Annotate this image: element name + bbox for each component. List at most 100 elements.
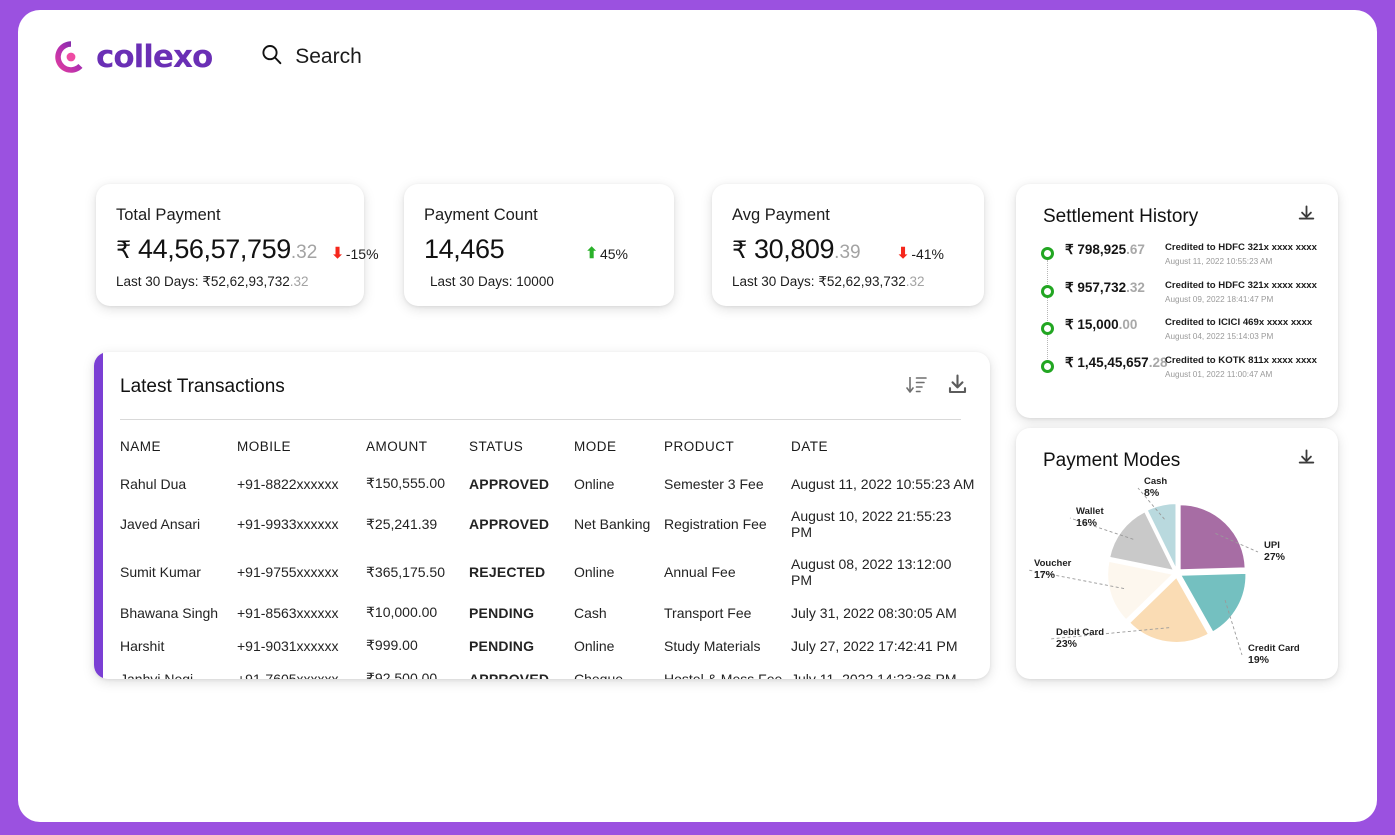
stat-delta: ⬆ 45%	[585, 246, 628, 262]
transactions-header: Latest Transactions	[120, 374, 968, 400]
cell-mobile: +91-9031xxxxxx	[237, 637, 339, 654]
stat-value: 14,465	[424, 234, 505, 265]
transactions-table: NAME MOBILE AMOUNT STATUS MODE PRODUCT D…	[120, 430, 975, 679]
pie-label-category: Voucher	[1034, 558, 1072, 569]
currency-symbol: ₹	[1065, 317, 1074, 332]
cell-mobile: +91-8822xxxxxx	[237, 475, 339, 492]
timeline-marker-icon	[1041, 284, 1054, 298]
column-header-mode[interactable]: MODE	[574, 430, 664, 467]
pie-label-value: 23%	[1056, 638, 1078, 650]
cell-product: Hostel & Mess Fee	[664, 670, 783, 680]
cell-date: July 11, 2022 14:23:36 PM	[791, 670, 957, 680]
settlement-description: Credited to KOTK 811x xxxx xxxx	[1165, 354, 1317, 366]
stat-delta: ⬇ -15%	[331, 246, 378, 262]
stat-value-integer: 30,809	[753, 234, 835, 264]
column-header-name[interactable]: NAME	[120, 430, 237, 467]
pie-label-category: Wallet	[1076, 506, 1104, 517]
stat-value: ₹ 44,56,57,759.32	[116, 234, 317, 265]
timeline-marker-icon	[1041, 322, 1054, 335]
currency-symbol: ₹	[1065, 242, 1074, 257]
cell-status: APPROVED	[469, 670, 550, 680]
collexo-circle-logo-icon	[52, 38, 90, 76]
stat-subtitle: Last 30 Days: 10000	[430, 274, 652, 289]
column-header-mobile[interactable]: MOBILE	[237, 430, 366, 467]
stat-value: ₹ 30,809.39	[732, 234, 861, 265]
settlement-header: Settlement History	[1043, 205, 1316, 229]
cell-name: Rahul Dua	[120, 475, 187, 492]
cell-name: Javed Ansari	[120, 516, 201, 532]
cell-date: August 11, 2022 10:55:23 AM	[791, 475, 975, 492]
pie-label-value: 19%	[1248, 654, 1270, 666]
pie-label-value: 8%	[1144, 487, 1160, 499]
settlement-amount-integer: 798,925	[1077, 242, 1127, 257]
timeline-marker-icon	[1041, 247, 1054, 260]
stat-subtitle-value: 52,62,93,732	[826, 274, 906, 289]
settlement-date: August 01, 2022 11:00:47 AM	[1165, 369, 1273, 379]
payment-modes-card: Payment Modes UPI 27% Credit Card 19% Debit …	[1016, 428, 1338, 679]
stat-title: Total Payment	[116, 206, 221, 224]
stat-title: Payment Count	[424, 206, 538, 224]
cell-mode: Cheque	[574, 670, 624, 680]
cell-status: REJECTED	[469, 564, 546, 580]
table-row[interactable]: Rahul Dua +91-8822xxxxxx ₹150,555.00 APPROV…	[120, 467, 975, 500]
settlement-entry[interactable]: ₹ 1,45,45,657.28 Credited to KOTK 811x xx…	[1041, 355, 1322, 393]
pie-label-category: Credit Card	[1248, 643, 1300, 654]
cell-amount: ₹150,555.00	[366, 475, 445, 491]
column-header-date[interactable]: DATE	[791, 430, 975, 467]
settlement-description: Credited to ICICI 469x xxxx xxxx	[1165, 317, 1313, 328]
table-row[interactable]: Janhvi Negi +91-7605xxxxxx ₹92,500.00 APPRO…	[120, 662, 975, 679]
settlement-amount-decimal: .32	[1126, 279, 1145, 295]
currency-symbol: ₹	[1065, 279, 1074, 295]
latest-transactions-card: Latest Transactions NAME MOBILE AMOUNT S…	[94, 352, 990, 679]
settlement-amount-decimal: .67	[1126, 242, 1145, 257]
stat-card-avg-payment: Avg Payment ₹ 30,809.39 ⬇ -41% Last 30 D…	[712, 184, 984, 306]
settlement-amount: ₹ 798,925.67	[1065, 242, 1165, 258]
cell-mode: Online	[574, 637, 615, 654]
settlement-info: Credited to HDFC 321x xxxx xxxx August 09…	[1165, 280, 1322, 304]
stat-delta-value: 45%	[599, 245, 628, 262]
stat-value-decimal: .39	[834, 242, 861, 263]
sort-descending-icon[interactable]	[906, 375, 927, 400]
settlement-entry[interactable]: ₹ 15,000.00 Credited to ICICI 469x xxxx x…	[1041, 317, 1322, 373]
column-header-status[interactable]: STATUS	[469, 430, 574, 467]
download-icon[interactable]	[1297, 205, 1316, 229]
brand-logo[interactable]: collexo	[52, 38, 213, 76]
app-window: collexo Search Total Payment ₹ 44,56,57,…	[18, 10, 1377, 822]
arrow-down-icon: ⬇	[896, 245, 910, 262]
stat-subtitle-decimal: .32	[289, 274, 309, 289]
stat-card-total-payment: Total Payment ₹ 44,56,57,759.32 ⬇ -15% L…	[96, 184, 379, 306]
currency-symbol: ₹	[732, 237, 747, 264]
table-row[interactable]: Harshit +91-9031xxxxxx ₹999.00 PENDING Onlin…	[120, 629, 975, 662]
table-header-row: NAME MOBILE AMOUNT STATUS MODE PRODUCT D…	[120, 430, 975, 467]
settlement-entry[interactable]: ₹ 957,732.32 Credited to HDFC 321x xxxx x…	[1041, 280, 1322, 335]
stat-subtitle-currency: ₹	[202, 274, 211, 289]
stat-title: Avg Payment	[732, 206, 830, 224]
pie-label-category: Debit Card	[1056, 627, 1104, 638]
cell-product: Transport Fee	[664, 604, 752, 621]
search-input[interactable]: Search	[260, 43, 362, 71]
settlement-entry[interactable]: ₹ 798,925.67 Credited to HDFC 321x xxxx x…	[1041, 242, 1322, 298]
settlement-amount: ₹ 15,000.00	[1065, 317, 1165, 333]
column-header-amount[interactable]: AMOUNT	[366, 430, 469, 467]
stat-value-decimal: .32	[290, 242, 318, 263]
table-row[interactable]: Sumit Kumar +91-9755xxxxxx ₹365,175.50 REJE…	[120, 548, 975, 596]
column-header-product[interactable]: PRODUCT	[664, 430, 791, 467]
settlement-info: Credited to ICICI 469x xxxx xxxx August 0…	[1165, 317, 1322, 341]
payment-modes-pie-chart: UPI 27% Credit Card 19% Debit Card 23% Voucher…	[1016, 468, 1338, 678]
brand-name: collexo	[96, 39, 213, 75]
settlement-amount: ₹ 957,732.32	[1065, 280, 1165, 296]
settlement-amount-decimal: .00	[1118, 317, 1138, 332]
cell-status: PENDING	[469, 637, 535, 654]
settlement-amount-integer: 1,45,45,657	[1077, 354, 1149, 370]
pie-slice-upi[interactable]	[1179, 504, 1246, 571]
table-row[interactable]: Javed Ansari +91-9933xxxxxx ₹25,241.39 APPR…	[120, 500, 975, 548]
arrow-up-icon: ⬆	[585, 245, 598, 262]
table-row[interactable]: Bhawana Singh +91-8563xxxxxx ₹10,000.00 PEN…	[120, 596, 975, 629]
stat-delta: ⬇ -41%	[897, 246, 944, 262]
settlement-amount-integer: 957,732	[1077, 279, 1127, 295]
stat-subtitle-currency: ₹	[818, 274, 827, 289]
cell-status: APPROVED	[469, 475, 550, 492]
currency-symbol: ₹	[116, 237, 131, 264]
download-icon[interactable]	[947, 374, 968, 400]
pie-label-category: Cash	[1144, 476, 1167, 487]
